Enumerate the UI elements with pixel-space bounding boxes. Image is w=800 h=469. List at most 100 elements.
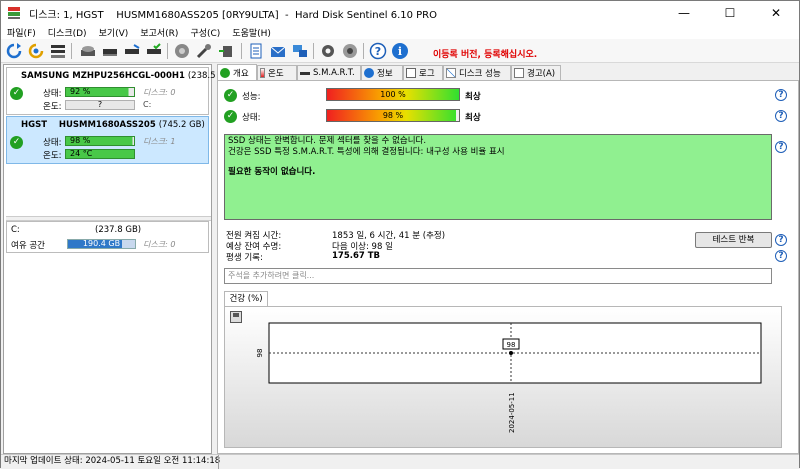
report-icon[interactable] xyxy=(247,42,265,60)
info-icon xyxy=(364,68,374,78)
registration-promo-link[interactable]: 이등록 버전, 등록해십시오. xyxy=(433,47,537,60)
disk-card-0[interactable]: SAMSUNG MZHPU256HCGL-000H1 (238.5 GB) ✓ … xyxy=(6,67,234,115)
volume-size: (237.8 GB) xyxy=(95,225,142,235)
help-icon[interactable]: ? xyxy=(775,141,787,153)
performance-bar: 100 % xyxy=(326,88,460,101)
last-update-text: 마지막 업데이트 상태: 2024-05-11 토요일 오전 11:14:18 xyxy=(4,456,221,466)
disk-temp-label: 온도: xyxy=(43,102,62,112)
health-bar: 98 % xyxy=(326,109,460,122)
menu-config[interactable]: 구성(C) xyxy=(184,26,226,39)
menu-help[interactable]: 도움말(H) xyxy=(226,26,277,39)
disk-check-icon[interactable] xyxy=(145,42,163,60)
app-window: 디스크: 1, HGST HUSMM1680ASS205 [0RY9ULTA] … xyxy=(0,0,800,469)
note-input[interactable]: 주석을 추가하려면 클릭... xyxy=(224,268,772,284)
alert-icon xyxy=(514,68,524,78)
tab-strip: 개요 온도 S.M.A.R.T. 정보 로그 디스크 성능 경고(A) xyxy=(217,64,799,81)
check-icon: ✓ xyxy=(10,87,23,100)
tab-temperature[interactable]: 온도 xyxy=(257,65,297,80)
volume-drive: C: xyxy=(11,225,20,235)
tab-log[interactable]: 로그 xyxy=(403,65,443,80)
email-icon[interactable] xyxy=(269,42,287,60)
volume-disk-ref: 디스크: 0 xyxy=(143,240,176,249)
disk-status-bar: 98 % xyxy=(65,136,135,146)
disk-card-1[interactable]: HGST HUSMM1680ASS205 (745.2 GB) ✓ 상태: 98… xyxy=(6,116,209,164)
disk-ref: 디스크: 1 xyxy=(143,137,176,146)
disk-list-pane: SAMSUNG MZHPU256HCGL-000H1 (238.5 GB) ✓ … xyxy=(3,64,234,454)
help-icon[interactable]: ? xyxy=(775,89,787,101)
tab-disk-performance[interactable]: 디스크 성능 xyxy=(443,65,511,80)
refresh-icon[interactable] xyxy=(5,42,23,60)
status-message-box: SSD 상태는 완벽합니다. 문제 섹터를 찾을 수 없습니다. 건강은 SSD… xyxy=(224,134,772,220)
disk-status-label: 상태: xyxy=(43,89,62,99)
check-icon: ✓ xyxy=(224,110,237,123)
gear-icon[interactable] xyxy=(319,42,337,60)
close-button[interactable]: ✕ xyxy=(753,1,799,25)
smart-icon xyxy=(300,71,310,75)
drive-arrow-icon[interactable] xyxy=(217,42,235,60)
help-icon[interactable]: ? xyxy=(775,110,787,122)
minimize-button[interactable]: — xyxy=(661,1,707,25)
disk-surface-test-icon[interactable] xyxy=(79,42,97,60)
health-chart: 98 98 2024-05-11 xyxy=(256,322,762,433)
message-line: 건강은 SSD 특정 S.M.A.R.T. 특성에 의해 결정됩니다: 내구성 … xyxy=(228,147,505,157)
performance-label: 성능: xyxy=(242,92,261,102)
disk-name: SAMSUNG MZHPU256HCGL-000H1 (238.5 GB) xyxy=(21,71,234,81)
message-action: 필요한 동작이 없습니다. xyxy=(228,167,316,177)
health-chart-panel: 98 98 2024-05-11 xyxy=(224,306,782,448)
sound-icon[interactable] xyxy=(341,42,359,60)
disk-status-bar: 92 % xyxy=(65,87,135,97)
log-icon xyxy=(406,68,416,78)
performance-rating: 최상 xyxy=(465,92,481,102)
tab-smart[interactable]: S.M.A.R.T. xyxy=(297,65,361,80)
tab-alerts[interactable]: 경고(A) xyxy=(511,65,561,80)
toolbar: ? i 이등록 버전, 등록해십시오. xyxy=(1,39,799,63)
check-icon xyxy=(220,68,230,78)
y-tick-label: 98 xyxy=(256,349,264,358)
disk-status-label: 상태: xyxy=(43,138,62,148)
repeat-test-button[interactable]: 테스트 반복 xyxy=(695,232,772,248)
help-icon[interactable]: ? xyxy=(369,42,387,60)
data-label: 98 xyxy=(507,341,516,349)
tab-health-chart[interactable]: 건강 (%) xyxy=(224,291,268,307)
lifetime-writes-label: 평생 기록: xyxy=(226,253,263,263)
app-logo-icon xyxy=(7,6,21,20)
lifetime-writes-value: 175.67 TB xyxy=(332,251,381,261)
network-icon[interactable] xyxy=(291,42,309,60)
status-bar: 마지막 업데이트 상태: 2024-05-11 토요일 오전 11:14:18 xyxy=(1,454,799,469)
title-bar: 디스크: 1, HGST HUSMM1680ASS205 [0RY9ULTA] … xyxy=(1,1,799,25)
overview-panel: ✓ 성능: 100 % 최상 ? ✓ 상태: 98 % 최상 ? SSD 상태는… xyxy=(217,80,799,454)
disk-list-icon[interactable] xyxy=(49,42,67,60)
disk-temp-bar: 24 °C xyxy=(65,149,135,159)
hdd-icon[interactable] xyxy=(173,42,191,60)
thermometer-icon xyxy=(260,68,265,78)
menu-bar: 파일(F) 디스크(D) 보기(V) 보고서(R) 구성(C) 도움말(H) xyxy=(1,25,799,39)
maximize-button[interactable]: ☐ xyxy=(707,1,753,25)
check-icon: ✓ xyxy=(224,89,237,102)
menu-file[interactable]: 파일(F) xyxy=(1,26,42,39)
menu-disk[interactable]: 디스크(D) xyxy=(42,26,93,39)
menu-report[interactable]: 보고서(R) xyxy=(134,26,184,39)
tab-overview[interactable]: 개요 xyxy=(217,64,257,81)
performance-icon xyxy=(446,68,456,78)
message-line: SSD 상태는 완벽합니다. 문제 섹터를 찾을 수 없습니다. xyxy=(228,136,427,146)
check-icon: ✓ xyxy=(10,136,23,149)
tools-icon[interactable] xyxy=(195,42,213,60)
help-icon[interactable]: ? xyxy=(775,250,787,262)
window-title: 디스크: 1, HGST HUSMM1680ASS205 [0RY9ULTA] … xyxy=(29,9,438,21)
volume-card[interactable]: C: (237.8 GB) 여유 공간 190.4 GB 디스크: 0 xyxy=(6,221,209,253)
disk-extended-test-icon[interactable] xyxy=(123,42,141,60)
health-rating: 최상 xyxy=(465,113,481,123)
x-tick-label: 2024-05-11 xyxy=(508,392,516,433)
disk-temp-label: 온도: xyxy=(43,151,62,161)
tab-info[interactable]: 정보 xyxy=(361,65,403,80)
data-point xyxy=(509,351,513,355)
refresh-all-icon[interactable] xyxy=(27,42,45,60)
about-info-icon[interactable]: i xyxy=(391,42,409,60)
menu-view[interactable]: 보기(V) xyxy=(93,26,135,39)
drive-ref: C: xyxy=(143,100,152,109)
svg-text:i: i xyxy=(398,45,402,58)
disk-name: HGST HUSMM1680ASS205 (745.2 GB) xyxy=(21,120,205,130)
help-icon[interactable]: ? xyxy=(775,234,787,246)
disk-ref: 디스크: 0 xyxy=(143,88,176,97)
disk-short-test-icon[interactable] xyxy=(101,42,119,60)
